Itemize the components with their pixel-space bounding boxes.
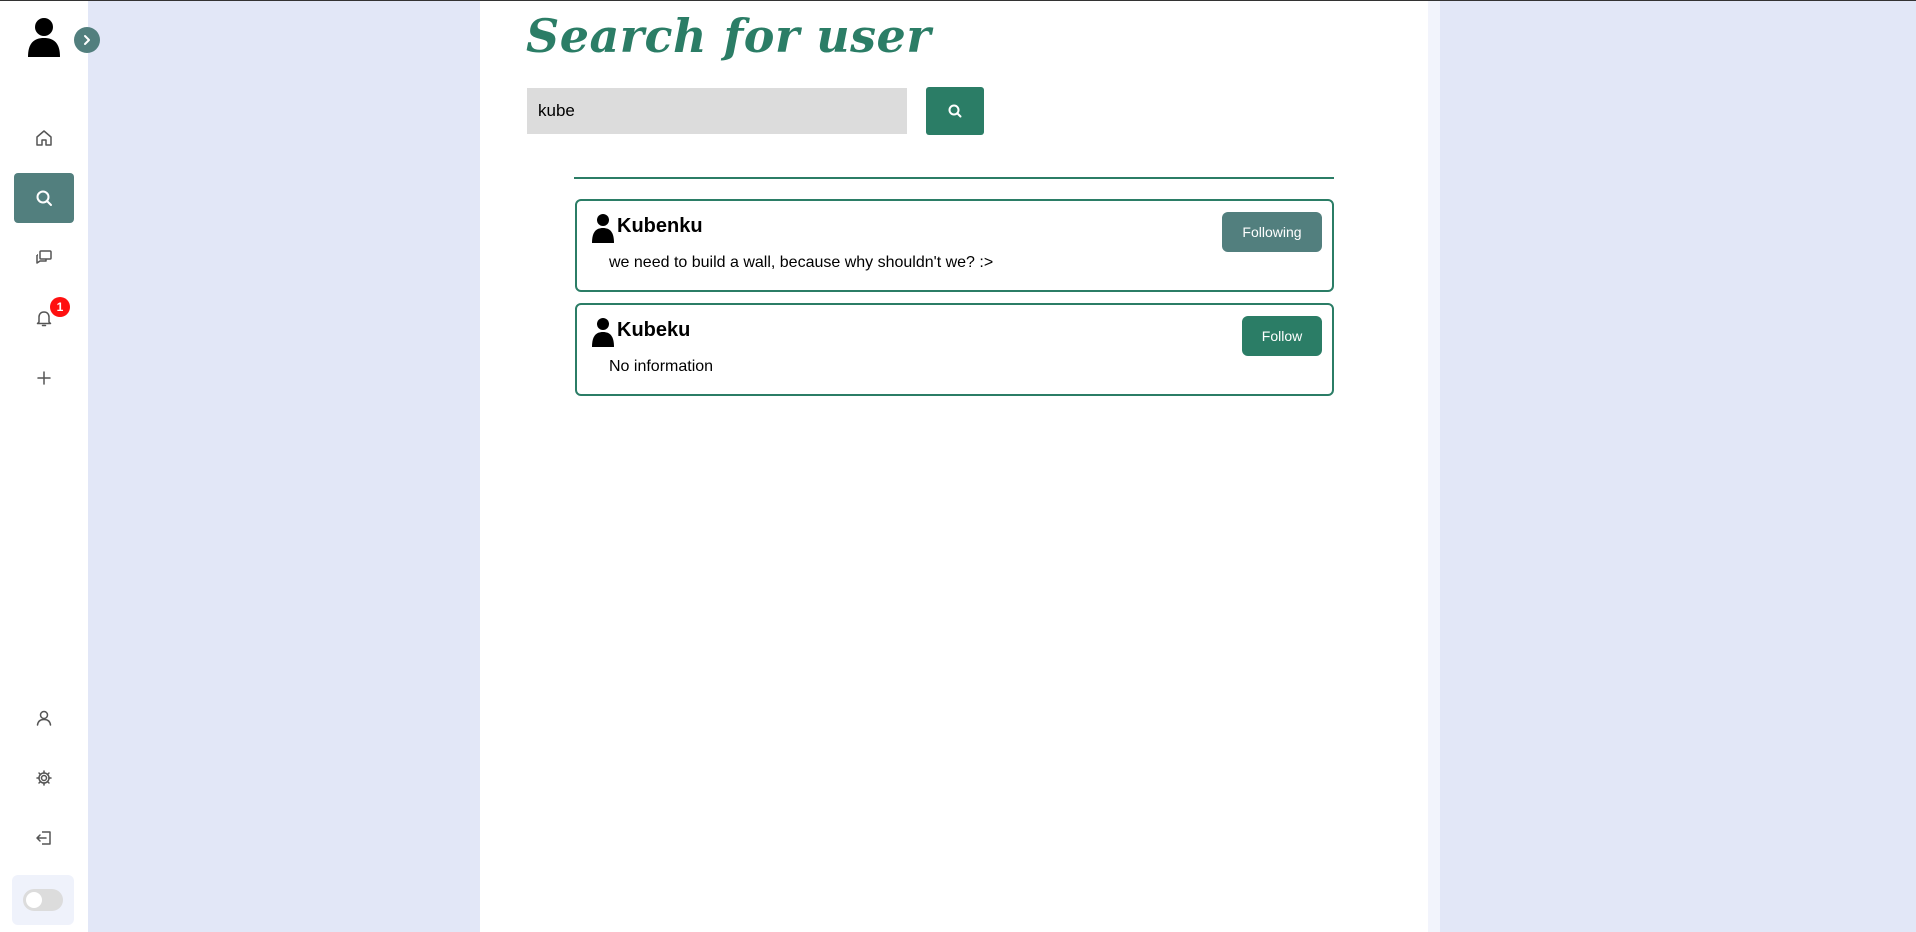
sidebar-item-home[interactable] xyxy=(14,113,74,163)
expand-sidebar-button[interactable] xyxy=(74,27,100,53)
notification-badge: 1 xyxy=(50,297,70,317)
logout-icon xyxy=(36,831,51,845)
person-icon xyxy=(592,214,614,243)
gear-icon xyxy=(36,770,52,786)
right-gutter xyxy=(1428,1,1440,932)
sidebar-item-create[interactable] xyxy=(14,353,74,403)
main-content: Search for user Kubenku Following we nee… xyxy=(480,1,1428,932)
search-button[interactable] xyxy=(926,87,984,135)
sidebar-item-profile[interactable] xyxy=(14,693,74,743)
search-input[interactable] xyxy=(527,88,907,134)
home-icon xyxy=(36,130,52,146)
user-result-card[interactable]: Kubenku Following we need to build a wal… xyxy=(575,199,1334,292)
plus-icon xyxy=(37,371,51,385)
sidebar-item-settings[interactable] xyxy=(14,753,74,803)
theme-toggle[interactable] xyxy=(23,889,63,911)
username[interactable]: Kubenku xyxy=(617,215,703,238)
avatar-icon[interactable] xyxy=(26,17,62,57)
user-icon xyxy=(36,710,52,726)
sidebar-item-logout[interactable] xyxy=(14,813,74,863)
chat-icon xyxy=(36,250,52,264)
username[interactable]: Kubeku xyxy=(617,319,690,342)
person-icon xyxy=(592,318,614,347)
results-divider xyxy=(574,177,1334,179)
chevron-right-icon xyxy=(84,35,90,45)
toggle-knob xyxy=(26,892,42,908)
following-button[interactable]: Following xyxy=(1222,212,1322,252)
sidebar: 1 xyxy=(0,1,100,932)
theme-toggle-container xyxy=(12,875,74,925)
follow-button[interactable]: Follow xyxy=(1242,316,1322,356)
sidebar-item-search[interactable] xyxy=(14,173,74,223)
user-result-card[interactable]: Kubeku Follow No information xyxy=(575,303,1334,396)
search-icon xyxy=(36,190,52,206)
user-bio: we need to build a wall, because why sho… xyxy=(609,254,994,271)
sidebar-item-messages[interactable] xyxy=(14,233,74,283)
user-bio: No information xyxy=(609,358,714,375)
page-title: Search for user xyxy=(526,9,932,63)
search-icon xyxy=(948,104,962,118)
